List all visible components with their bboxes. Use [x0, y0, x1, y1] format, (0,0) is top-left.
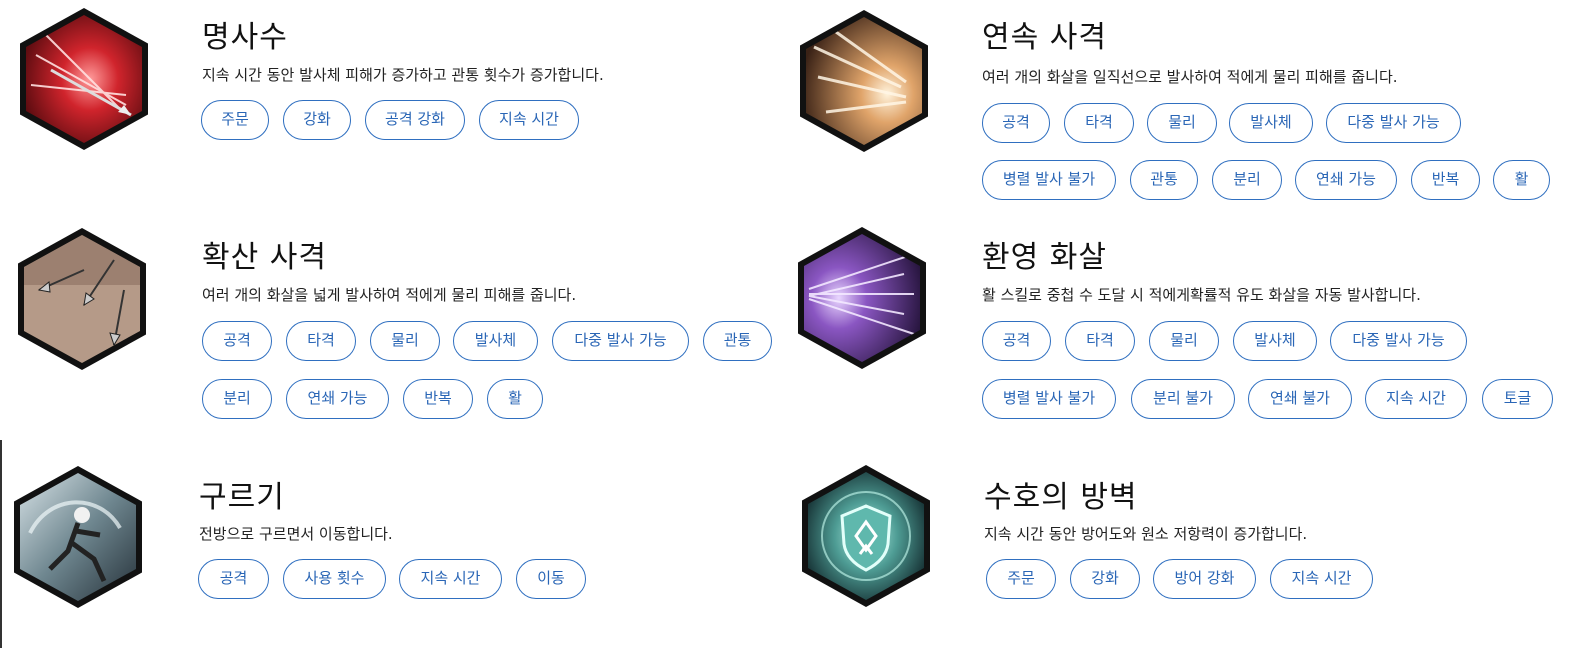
skill-tag[interactable]: 다중 발사 가능 — [552, 321, 689, 361]
skill-tag[interactable]: 연쇄 가능 — [286, 379, 389, 419]
skill-tag[interactable]: 반복 — [403, 379, 473, 419]
skill-card-spread-shot: 확산 사격 여러 개의 화살을 넓게 발사하여 적에게 물리 피해를 줍니다. … — [0, 220, 780, 440]
skill-tag[interactable]: 타격 — [1065, 321, 1135, 361]
skill-card-guardian-barrier: 수호의 방벽 지속 시간 동안 방어도와 원소 저항력이 증가합니다. 주문 강… — [780, 440, 1594, 648]
skill-tag[interactable]: 분리 — [202, 379, 272, 419]
skill-title: 환영 화살 — [982, 240, 1107, 275]
skill-tag[interactable]: 다중 발사 가능 — [1326, 103, 1461, 143]
skill-tag[interactable]: 지속 시간 — [399, 559, 502, 599]
guard-shield-icon — [808, 472, 924, 600]
skill-tag[interactable]: 분리 불가 — [1131, 379, 1235, 419]
skill-tag[interactable]: 활 — [1493, 160, 1550, 200]
skill-card-barrage: 연속 사격 여러 개의 화살을 일직선으로 발사하여 적에게 물리 피해를 줍니… — [780, 0, 1594, 220]
skill-tag[interactable]: 물리 — [1147, 103, 1217, 143]
skill-description: 전방으로 구르면서 이동합니다. — [199, 525, 393, 543]
arrow-spread-icon — [24, 235, 140, 363]
skill-tag[interactable]: 이동 — [516, 559, 586, 599]
skill-tag[interactable]: 타격 — [1064, 103, 1134, 143]
skill-tag[interactable]: 연쇄 가능 — [1295, 160, 1397, 200]
skill-tag[interactable]: 다중 발사 가능 — [1330, 321, 1467, 361]
skill-tag[interactable]: 공격 — [982, 103, 1050, 143]
dodge-roll-icon — [20, 473, 136, 601]
skill-tag[interactable]: 활 — [487, 379, 543, 419]
skill-description: 지속 시간 동안 방어도와 원소 저항력이 증가합니다. — [984, 525, 1308, 543]
skill-icon-frame — [20, 8, 148, 150]
skill-tag[interactable]: 병렬 발사 불가 — [982, 160, 1116, 200]
skill-tag[interactable]: 주문 — [201, 100, 269, 140]
skill-title: 구르기 — [199, 480, 285, 515]
skill-tag[interactable]: 발사체 — [1229, 103, 1313, 143]
skill-tag[interactable]: 강화 — [283, 100, 351, 140]
skill-card-phantom-arrow: 환영 화살 활 스킬로 중첩 수 도달 시 적에게확률적 유도 화살을 자동 발… — [780, 220, 1594, 440]
skill-tag[interactable]: 공격 — [198, 559, 269, 599]
skill-tag[interactable]: 강화 — [1070, 559, 1140, 599]
skill-description: 여러 개의 화살을 일직선으로 발사하여 적에게 물리 피해를 줍니다. — [982, 68, 1398, 86]
skill-title: 확산 사격 — [202, 240, 327, 275]
skill-tag[interactable]: 발사체 — [1233, 321, 1317, 361]
skill-tag[interactable]: 관통 — [703, 321, 772, 361]
skill-card-dodge-roll: 구르기 전방으로 구르면서 이동합니다. 공격 사용 횟수 지속 시간 이동 — [0, 440, 780, 648]
skill-description: 여러 개의 화살을 넓게 발사하여 적에게 물리 피해를 줍니다. — [202, 286, 577, 304]
skill-tag[interactable]: 물리 — [1149, 321, 1219, 361]
skill-tag[interactable]: 관통 — [1130, 160, 1198, 200]
skill-icon-frame — [800, 10, 928, 152]
arrow-barrage-gold-icon — [806, 17, 922, 145]
skill-tag[interactable]: 물리 — [370, 321, 440, 361]
skill-tag[interactable]: 공격 강화 — [365, 100, 465, 140]
skill-tag[interactable]: 공격 — [202, 321, 272, 361]
skill-description: 활 스킬로 중첩 수 도달 시 적에게확률적 유도 화살을 자동 발사합니다. — [982, 286, 1421, 304]
skill-description: 지속 시간 동안 발사체 피해가 증가하고 관통 횟수가 증가합니다. — [202, 66, 604, 84]
skill-tag[interactable]: 방어 강화 — [1153, 559, 1256, 599]
skill-icon-frame — [14, 466, 142, 608]
skill-tag[interactable]: 병렬 발사 불가 — [982, 379, 1116, 419]
skill-tag[interactable]: 지속 시간 — [1365, 379, 1467, 419]
skill-title: 수호의 방벽 — [984, 480, 1138, 515]
skill-icon-frame — [798, 227, 926, 369]
skill-card-sharpshooter: 명사수 지속 시간 동안 발사체 피해가 증가하고 관통 횟수가 증가합니다. … — [0, 0, 780, 220]
skill-title: 연속 사격 — [982, 20, 1107, 55]
skill-tag[interactable]: 연쇄 불가 — [1248, 379, 1352, 419]
skill-title: 명사수 — [202, 20, 288, 55]
skill-tag[interactable]: 발사체 — [453, 321, 538, 361]
skill-tag[interactable]: 반복 — [1411, 160, 1480, 200]
skill-tag[interactable]: 공격 — [982, 321, 1051, 361]
skill-tag[interactable]: 주문 — [986, 559, 1056, 599]
skill-tag[interactable]: 사용 횟수 — [283, 559, 386, 599]
skill-icon-frame — [802, 465, 930, 607]
skill-tag[interactable]: 지속 시간 — [1270, 559, 1373, 599]
skill-tag[interactable]: 분리 — [1212, 160, 1282, 200]
skill-tag[interactable]: 토글 — [1482, 379, 1553, 419]
arrow-burst-red-icon — [26, 15, 142, 143]
skill-tag[interactable]: 지속 시간 — [479, 100, 579, 140]
skill-icon-frame — [18, 228, 146, 370]
skill-tag[interactable]: 타격 — [286, 321, 356, 361]
phantom-arrow-purple-icon — [804, 234, 920, 362]
